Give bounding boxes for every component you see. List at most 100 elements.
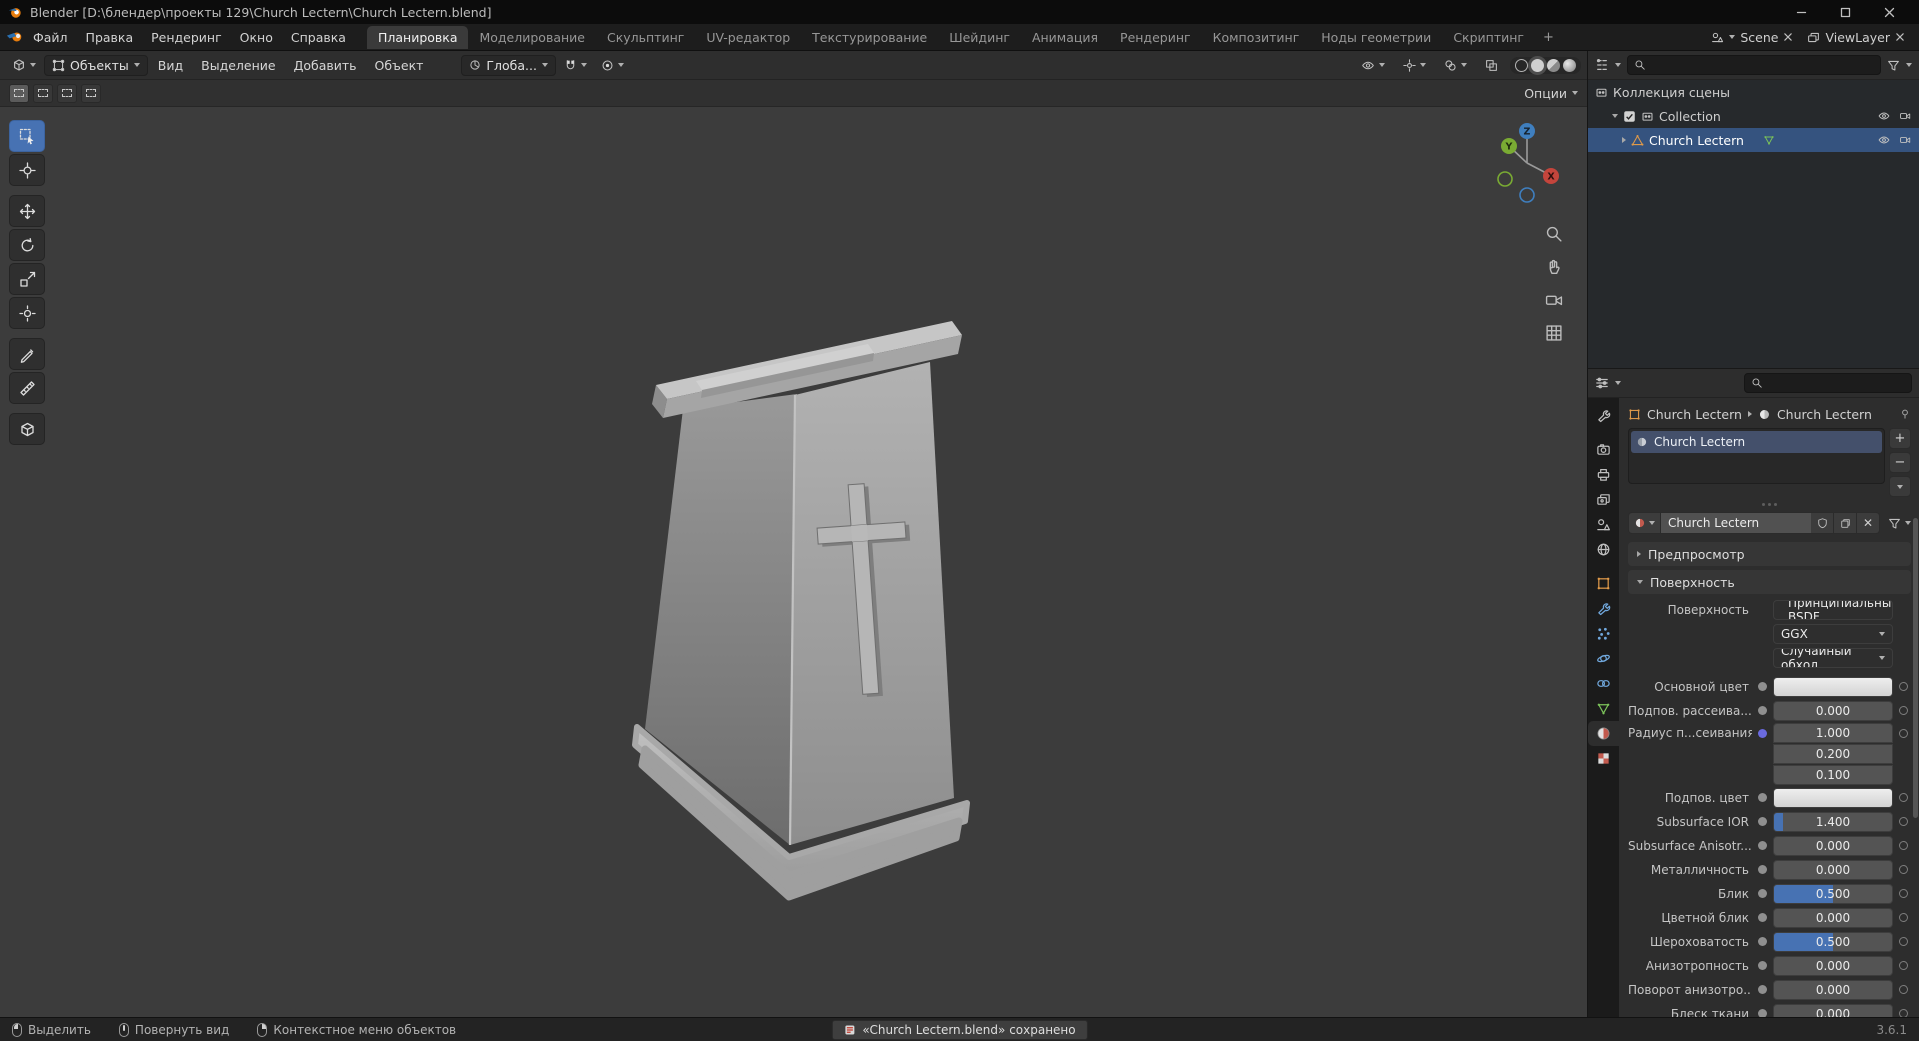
- tab-object[interactable]: [1588, 571, 1619, 596]
- decorator-dot[interactable]: [1899, 889, 1908, 898]
- move-tool[interactable]: [9, 195, 45, 227]
- cursor-tool[interactable]: [9, 154, 45, 186]
- tab-world[interactable]: [1588, 537, 1619, 562]
- gizmo-neg-z-axis[interactable]: [1519, 187, 1535, 203]
- eye-icon[interactable]: [1877, 134, 1891, 146]
- slot-specials-button[interactable]: [1889, 476, 1911, 497]
- decorator-dot[interactable]: [1899, 841, 1908, 850]
- menu-edit[interactable]: Правка: [77, 27, 143, 48]
- tab-modifiers[interactable]: [1588, 596, 1619, 621]
- measure-tool[interactable]: [9, 372, 45, 404]
- decorator-dot[interactable]: [1899, 682, 1908, 691]
- tab-tool[interactable]: [1588, 403, 1619, 428]
- anisotropic-rotation-slider[interactable]: 0.000: [1773, 979, 1893, 1000]
- material-name-field[interactable]: Church Lectern: [1661, 512, 1811, 534]
- toggle-grid-icon[interactable]: [1545, 324, 1563, 342]
- unlink-material-button[interactable]: ✕: [1857, 512, 1880, 534]
- tab-output[interactable]: [1588, 462, 1619, 487]
- outliner-editor-caret[interactable]: [1615, 63, 1621, 67]
- select-box-tool[interactable]: [9, 120, 45, 152]
- pan-hand-icon[interactable]: [1545, 258, 1563, 276]
- outliner-row-scene-collection[interactable]: Коллекция сцены: [1588, 80, 1919, 104]
- menu-help[interactable]: Справка: [282, 27, 355, 48]
- viewport-menu-view[interactable]: Вид: [150, 55, 191, 76]
- material-slot-item[interactable]: Church Lectern: [1631, 431, 1882, 453]
- tab-material[interactable]: [1588, 721, 1619, 746]
- shader-menu-field[interactable]: Принципиальный BSDF: [1773, 599, 1893, 620]
- transform-tool[interactable]: [9, 297, 45, 329]
- properties-search-field[interactable]: [1744, 373, 1912, 393]
- decorator-dot[interactable]: [1899, 729, 1908, 738]
- outliner-row-object[interactable]: Church Lectern: [1588, 128, 1919, 152]
- tab-physics[interactable]: [1588, 646, 1619, 671]
- snap-toggle[interactable]: [558, 56, 593, 75]
- surface-panel-header[interactable]: Поверхность: [1628, 570, 1911, 594]
- outliner-row-collection[interactable]: Collection: [1588, 104, 1919, 128]
- tab-texture[interactable]: [1588, 746, 1619, 771]
- specular-tint-slider[interactable]: 0.000: [1773, 907, 1893, 928]
- collection-checkbox[interactable]: [1623, 110, 1636, 123]
- decorator-dot[interactable]: [1899, 913, 1908, 922]
- transform-orientation-dropdown[interactable]: Глоба...: [461, 54, 556, 76]
- outliner-editor-icon[interactable]: [1595, 58, 1609, 72]
- gizmos-dropdown[interactable]: [1397, 56, 1432, 75]
- sheen-slider[interactable]: 0.000: [1773, 1003, 1893, 1017]
- camera-icon[interactable]: [1899, 134, 1912, 146]
- subsurface-slider[interactable]: 0.000: [1773, 700, 1893, 721]
- maximize-button[interactable]: [1823, 0, 1867, 24]
- tab-particles[interactable]: [1588, 621, 1619, 646]
- subsurface-anisotropy-slider[interactable]: 0.000: [1773, 835, 1893, 856]
- pin-icon[interactable]: [1899, 408, 1911, 420]
- camera-view-icon[interactable]: [1545, 291, 1563, 309]
- close-button[interactable]: [1867, 0, 1911, 24]
- mode-dropdown[interactable]: Объекты: [44, 54, 148, 76]
- decorator-dot[interactable]: [1899, 937, 1908, 946]
- menu-window[interactable]: Окно: [231, 27, 282, 48]
- blender-menu-icon[interactable]: [6, 30, 24, 44]
- subsurface-color-swatch[interactable]: [1773, 787, 1893, 808]
- workspace-tab-rendering[interactable]: Рендеринг: [1109, 26, 1202, 49]
- scene-selector[interactable]: Scene: [1711, 30, 1793, 45]
- new-material-button[interactable]: [1834, 512, 1857, 534]
- browse-material-button[interactable]: [1628, 512, 1661, 534]
- scale-tool[interactable]: [9, 263, 45, 295]
- properties-editor-icon[interactable]: [1595, 376, 1609, 390]
- material-fil ter-dropdown[interactable]: [1888, 517, 1911, 530]
- gizmo-neg-y-axis[interactable]: [1497, 171, 1513, 187]
- shading-wireframe-button[interactable]: [1515, 58, 1528, 72]
- filter-caret[interactable]: [1906, 63, 1912, 67]
- select-mode-subtract-button[interactable]: [57, 83, 77, 103]
- object-expand-icon[interactable]: [1622, 137, 1626, 143]
- decorator-dot[interactable]: [1899, 706, 1908, 715]
- tool-options-dropdown[interactable]: Опции: [1524, 86, 1578, 101]
- decorator-dot[interactable]: [1899, 985, 1908, 994]
- viewport-canvas[interactable]: Z Y X: [0, 107, 1587, 1017]
- fake-user-button[interactable]: [1811, 512, 1834, 534]
- radius-z-field[interactable]: 0.100: [1773, 765, 1893, 785]
- subsurface-ior-slider[interactable]: 1.400: [1773, 811, 1893, 832]
- shading-solid-button[interactable]: [1531, 58, 1544, 72]
- add-workspace-button[interactable]: +: [1535, 27, 1562, 48]
- tab-view-layer[interactable]: [1588, 487, 1619, 512]
- properties-editor-caret[interactable]: [1615, 381, 1621, 385]
- radius-y-field[interactable]: 0.200: [1773, 744, 1893, 764]
- tab-object-data[interactable]: [1588, 696, 1619, 721]
- navigation-gizmo[interactable]: Z Y X: [1481, 117, 1573, 209]
- properties-scrollbar[interactable]: [1913, 518, 1918, 818]
- overlays-dropdown[interactable]: [1438, 56, 1473, 75]
- select-mode-set-button[interactable]: [9, 83, 29, 103]
- workspace-tab-compositing[interactable]: Композитинг: [1202, 26, 1311, 49]
- remove-slot-button[interactable]: −: [1889, 452, 1911, 473]
- workspace-tab-sculpting[interactable]: Скульптинг: [596, 26, 695, 49]
- shading-rendered-button[interactable]: [1563, 58, 1576, 72]
- anisotropic-slider[interactable]: 0.000: [1773, 955, 1893, 976]
- decorator-dot[interactable]: [1899, 793, 1908, 802]
- eye-icon[interactable]: [1877, 110, 1891, 122]
- metallic-slider[interactable]: 0.000: [1773, 859, 1893, 880]
- view-layer-selector[interactable]: ViewLayer: [1807, 30, 1905, 45]
- roughness-slider[interactable]: 0.500: [1773, 931, 1893, 952]
- distribution-dropdown[interactable]: GGX: [1773, 623, 1893, 644]
- workspace-tab-texture-paint[interactable]: Текстурирование: [801, 26, 938, 49]
- select-mode-extend-button[interactable]: [33, 83, 53, 103]
- editor-type-button[interactable]: [6, 55, 42, 75]
